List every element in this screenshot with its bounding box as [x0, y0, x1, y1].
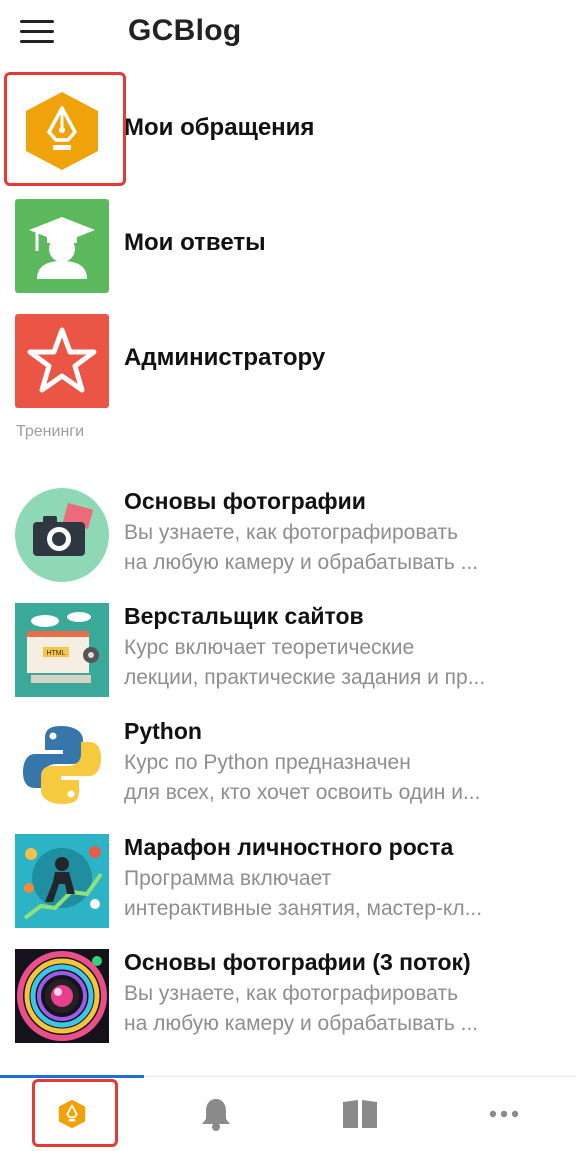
book-icon: [343, 1100, 377, 1128]
menu-item-administrator[interactable]: Администратору: [0, 314, 576, 410]
nav-notifications[interactable]: [144, 1077, 288, 1151]
app-title: GCBlog: [128, 14, 242, 47]
course-item[interactable]: Марафон личностного роста Программа вклю…: [0, 834, 576, 946]
menu-label-administrator: Администратору: [124, 344, 326, 371]
growth-thumbnail: [15, 834, 109, 928]
nav-more[interactable]: [432, 1077, 576, 1151]
top-app-bar: GCBlog: [0, 0, 576, 66]
lens-thumbnail: [15, 949, 109, 1043]
course-description: Вы узнаете, как фотографировать на любую…: [124, 982, 479, 1035]
webdev-thumbnail: HTML: [15, 603, 109, 697]
bell-icon: [202, 1099, 230, 1131]
highlight-box: [32, 1079, 118, 1147]
administrator-tile[interactable]: [15, 314, 109, 408]
course-description: Вы узнаете, как фотографировать на любую…: [124, 521, 479, 574]
more-icon: [489, 1110, 519, 1118]
highlight-box: [4, 72, 126, 186]
python-logo-thumbnail: [15, 718, 109, 812]
star-icon: [27, 327, 97, 393]
course-title: Python: [124, 718, 202, 744]
menu-label-my-requests: Мои обращения: [124, 114, 315, 141]
course-title: Основы фотографии: [124, 488, 366, 514]
course-description: Курс включает теоретические лекции, прак…: [124, 636, 486, 689]
section-label-trainings: Тренинги: [16, 423, 85, 440]
course-item[interactable]: HTML Верстальщик сайтов Курс включает те…: [0, 603, 576, 715]
menu-label-my-answers: Мои ответы: [124, 229, 266, 256]
course-item[interactable]: Основы фотографии Вы узнаете, как фотогр…: [0, 488, 576, 600]
menu-item-my-answers[interactable]: Мои ответы: [0, 199, 576, 295]
nav-library[interactable]: [288, 1077, 432, 1151]
camera-thumbnail: [15, 488, 109, 582]
my-answers-tile[interactable]: [15, 199, 109, 293]
graduate-icon: [29, 217, 95, 279]
course-title: Верстальщик сайтов: [124, 603, 364, 629]
course-description: Программа включает интерактивные занятия…: [124, 867, 483, 920]
course-description: Курс по Python предназначен для всех, кт…: [124, 751, 481, 804]
hamburger-icon[interactable]: [20, 20, 54, 44]
course-title: Марафон личностного роста: [124, 834, 454, 860]
svg-text:HTML: HTML: [46, 650, 65, 657]
course-item[interactable]: Python Курс по Python предназначен для в…: [0, 718, 576, 830]
course-item[interactable]: Основы фотографии (3 поток) Вы узнаете, …: [0, 949, 576, 1061]
course-title: Основы фотографии (3 поток): [124, 949, 471, 975]
